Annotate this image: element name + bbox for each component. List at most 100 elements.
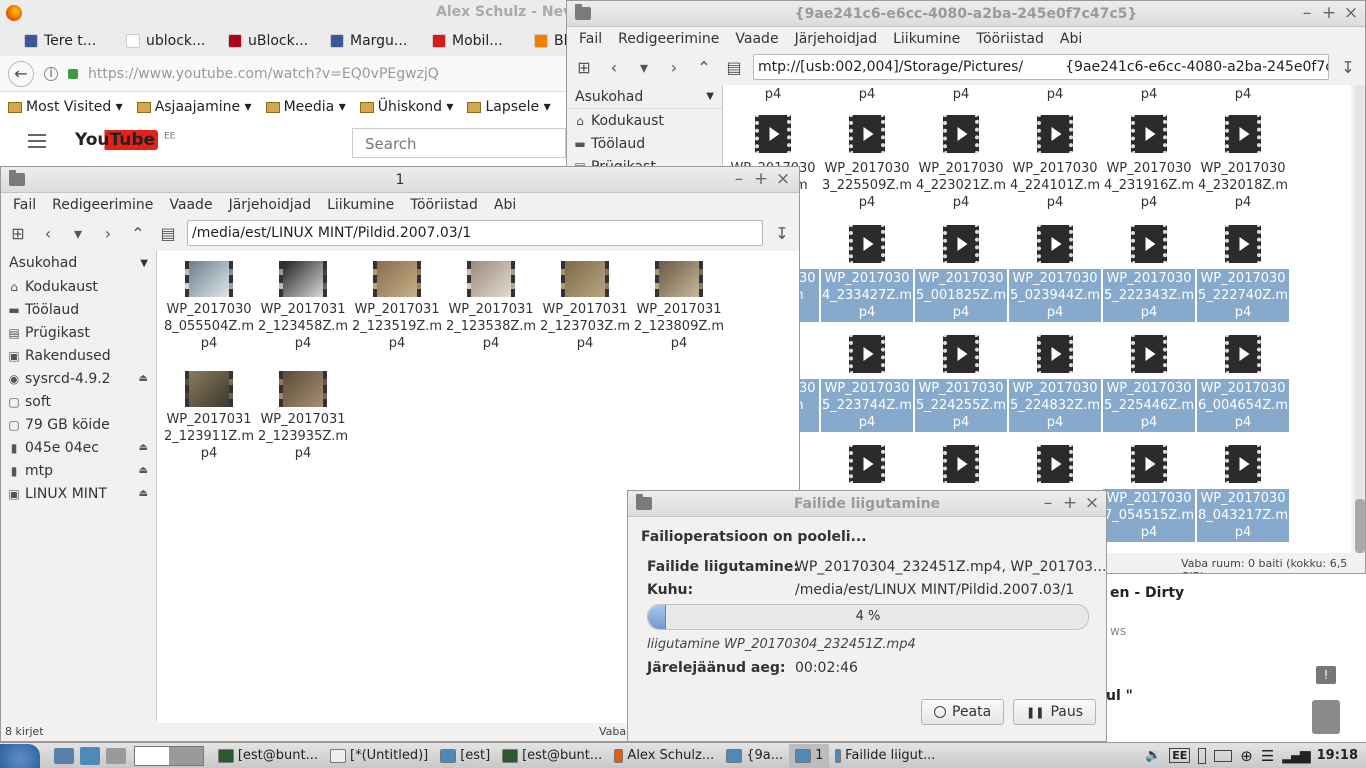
taskbar-task[interactable]: [est@bunt... bbox=[212, 744, 324, 768]
maximize-icon[interactable]: + bbox=[1321, 3, 1337, 23]
video-file[interactable]: WP_2017030 4_232018Z.m p4 bbox=[1197, 115, 1289, 212]
video-file[interactable] bbox=[821, 445, 913, 491]
sidebar-place[interactable]: ▢ 79 GB köide bbox=[1, 413, 156, 436]
browser-tab[interactable]: Tere t... bbox=[20, 33, 122, 49]
sidebar-place[interactable]: ▬ Töölaud bbox=[567, 132, 722, 155]
video-title-fragment[interactable]: en - Dirty bbox=[1110, 585, 1184, 601]
battery-icon[interactable] bbox=[1198, 747, 1207, 764]
video-file[interactable]: WP_2017030 4_233427Z.m p4 bbox=[821, 225, 913, 322]
mtp-side-header[interactable]: Asukohad ▼ bbox=[567, 85, 722, 109]
drive-icon[interactable]: ▤ bbox=[723, 58, 745, 77]
sidebar-place[interactable]: ▤ Prügikast bbox=[1, 321, 156, 344]
eject-icon[interactable]: ⏏ bbox=[139, 442, 148, 453]
taskbar-task[interactable]: [*(Untitled)] bbox=[324, 744, 434, 768]
close-icon[interactable]: × bbox=[1343, 3, 1359, 23]
url-bar[interactable]: https://www.youtube.com/watch?v=EQ0vPEgw… bbox=[88, 66, 439, 82]
menu-item[interactable]: Järjehoidjad bbox=[787, 31, 886, 47]
taskbar-task[interactable]: [est] bbox=[434, 744, 496, 768]
browser-launcher-icon[interactable] bbox=[106, 747, 126, 764]
menu-item[interactable]: Tööriistad bbox=[402, 197, 486, 213]
volume-icon[interactable]: 🔉 bbox=[1145, 748, 1161, 763]
video-file[interactable]: WP_2017030 5_023944Z.m p4 bbox=[1009, 225, 1101, 322]
update-icon[interactable]: ⊕ bbox=[1240, 747, 1253, 765]
video-file[interactable]: WP_2017030 4_231916Z.m p4 bbox=[1103, 115, 1195, 212]
video-file[interactable]: WP_2017030 4_223021Z.m p4 bbox=[915, 115, 1007, 212]
file-label-fragment[interactable]: p4 bbox=[821, 87, 913, 102]
forward-icon[interactable]: › bbox=[663, 58, 685, 77]
sidebar-place[interactable]: ⌂ Kodukaust bbox=[1, 275, 156, 298]
file-label-fragment[interactable]: p4 bbox=[1103, 87, 1195, 102]
taskbar-task[interactable]: Alex Schulz... bbox=[608, 744, 720, 768]
menu-item[interactable]: Abi bbox=[1052, 31, 1090, 47]
sidebar-place[interactable]: ◉ sysrcd-4.9.2 ⏏ bbox=[1, 367, 156, 390]
menu-item[interactable]: Fail bbox=[571, 31, 610, 47]
up-icon[interactable]: ⌃ bbox=[127, 224, 149, 243]
browser-tab[interactable]: ublock... bbox=[122, 33, 224, 49]
file-label-fragment[interactable]: p4 bbox=[1197, 87, 1289, 102]
file-manager-launcher-icon[interactable] bbox=[80, 746, 100, 765]
browser-tab[interactable]: uBlock... bbox=[224, 33, 326, 49]
exit-fullscreen-icon[interactable] bbox=[1312, 700, 1340, 734]
taskbar-task[interactable]: Failide liigut... bbox=[829, 744, 941, 768]
browser-tab[interactable]: Margu... bbox=[326, 33, 428, 49]
menu-item[interactable]: Fail bbox=[5, 197, 44, 213]
file-label-fragment[interactable]: p4 bbox=[915, 87, 1007, 102]
clock[interactable]: 19:18 bbox=[1317, 748, 1358, 763]
forward-icon[interactable]: › bbox=[97, 224, 119, 243]
back-icon[interactable]: ‹ bbox=[37, 224, 59, 243]
taskbar-task[interactable]: {9a... bbox=[720, 744, 789, 768]
eject-icon[interactable]: ⏏ bbox=[139, 465, 148, 476]
video-file[interactable]: WP_2017031 2_123519Z.m p4 bbox=[349, 261, 445, 352]
menu-item[interactable]: Tööriistad bbox=[968, 31, 1052, 47]
network-signal-icon[interactable]: ▂▄▆ bbox=[1282, 748, 1310, 764]
bookmark-folder[interactable]: Meedia ▾ bbox=[265, 99, 346, 115]
go-icon[interactable]: ↧ bbox=[1337, 58, 1359, 77]
video-file[interactable]: WP_2017030 8_043217Z.m p4 bbox=[1197, 445, 1289, 542]
taskbar-task[interactable]: [est@bunt... bbox=[496, 744, 608, 768]
menu-item[interactable]: Liikumine bbox=[885, 31, 968, 47]
video-file[interactable]: WP_2017030 5_223744Z.m p4 bbox=[821, 335, 913, 432]
video-file[interactable]: WP_2017031 2_123809Z.m p4 bbox=[631, 261, 727, 352]
video-file[interactable] bbox=[1009, 445, 1101, 491]
sidebar-place[interactable]: ▣ Rakendused bbox=[1, 344, 156, 367]
minimize-icon[interactable]: – bbox=[1040, 493, 1056, 513]
youtube-search-input[interactable]: Search bbox=[352, 128, 566, 158]
sidebar-place[interactable]: ▮ mtp ⏏ bbox=[1, 459, 156, 482]
mtp-path-input[interactable]: mtp://[usb:002,004]/Storage/Pictures/ {9… bbox=[753, 54, 1329, 80]
video-file[interactable]: WP_2017030 5_001825Z.m p4 bbox=[915, 225, 1007, 322]
bookmark-folder[interactable]: Lapsele ▾ bbox=[467, 99, 551, 115]
bookmark-folder[interactable]: Ühiskond ▾ bbox=[359, 99, 453, 115]
video-file[interactable]: WP_2017030 4_224101Z.m p4 bbox=[1009, 115, 1101, 212]
go-icon[interactable]: ↧ bbox=[771, 224, 793, 243]
local-path-input[interactable]: /media/est/LINUX MINT/Pildid.2007.03/1 bbox=[187, 220, 763, 246]
menu-item[interactable]: Abi bbox=[486, 197, 524, 213]
scrollbar[interactable] bbox=[1355, 85, 1365, 553]
maximize-icon[interactable]: + bbox=[1062, 493, 1078, 513]
sidebar-place[interactable]: ▮ 045e 04ec ⏏ bbox=[1, 436, 156, 459]
video-file[interactable]: WP_2017030 5_222740Z.m p4 bbox=[1197, 225, 1289, 322]
menu-item[interactable]: Liikumine bbox=[319, 197, 402, 213]
back-icon[interactable]: ‹ bbox=[603, 58, 625, 77]
video-file[interactable]: WP_2017030 5_222343Z.m p4 bbox=[1103, 225, 1195, 322]
menu-item[interactable]: Redigeerimine bbox=[610, 31, 727, 47]
video-file[interactable]: WP_2017030 5_225446Z.m p4 bbox=[1103, 335, 1195, 432]
video-file[interactable]: WP_2017031 2_123538Z.m p4 bbox=[443, 261, 539, 352]
sidebar-place[interactable]: ▢ soft bbox=[1, 390, 156, 413]
video-file[interactable]: WP_2017030 5_224832Z.m p4 bbox=[1009, 335, 1101, 432]
keyboard-layout[interactable]: EE bbox=[1169, 748, 1191, 763]
browser-tab[interactable]: Mobil... bbox=[428, 33, 530, 49]
stop-button[interactable]: Peata bbox=[921, 699, 1005, 725]
bookmark-folder[interactable]: Asjaajamine ▾ bbox=[136, 99, 252, 115]
video-file[interactable]: WP_2017031 2_123935Z.m p4 bbox=[255, 371, 351, 462]
pause-button[interactable]: ❚❚ Paus bbox=[1013, 699, 1096, 725]
notes-icon[interactable]: ☰ bbox=[1261, 747, 1274, 765]
video-file[interactable] bbox=[915, 445, 1007, 491]
new-tab-icon[interactable]: ⊞ bbox=[7, 224, 29, 243]
eject-icon[interactable]: ⏏ bbox=[139, 488, 148, 499]
menu-item[interactable]: Vaade bbox=[161, 197, 220, 213]
feedback-icon[interactable]: ! bbox=[1316, 666, 1336, 684]
show-desktop-icon[interactable] bbox=[54, 747, 74, 764]
keyboard-icon[interactable] bbox=[1214, 749, 1233, 762]
minimize-icon[interactable]: – bbox=[731, 169, 747, 189]
local-side-header[interactable]: Asukohad ▼ bbox=[1, 251, 156, 275]
